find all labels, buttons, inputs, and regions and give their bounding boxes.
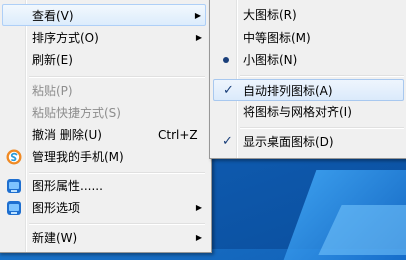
- menu-item-label: 查看(V): [32, 9, 74, 23]
- shortcut-label: Ctrl+Z: [158, 128, 198, 142]
- menu-item-label: 管理我的手机(M): [32, 150, 124, 164]
- graphics-driver-icon: [7, 201, 21, 215]
- menu-item-label: 新建(W): [32, 231, 78, 245]
- submenu-item-medium-icons[interactable]: 中等图标(M): [213, 27, 404, 49]
- menu-item-sort-by[interactable]: 排序方式(O) ▶: [2, 27, 206, 49]
- menu-item-label: 排序方式(O): [32, 31, 99, 45]
- desktop-context-menu: 查看(V) ▶ 排序方式(O) ▶ 刷新(E) 粘贴(P) 粘贴快捷方式(S) …: [0, 0, 212, 253]
- submenu-item-align-to-grid[interactable]: 将图标与网格对齐(I): [213, 101, 404, 123]
- submenu-arrow-icon: ▶: [195, 233, 202, 242]
- menu-item-undo-delete[interactable]: 撤消 删除(U) Ctrl+Z: [2, 124, 206, 146]
- menu-separator: [29, 172, 205, 174]
- submenu-item-show-desktop-icons[interactable]: ✓ 显示桌面图标(D): [213, 131, 404, 153]
- menu-item-graphics-properties[interactable]: 图形属性......: [2, 175, 206, 197]
- menu-item-label: 小图标(N): [243, 53, 298, 67]
- menu-item-label: 显示桌面图标(D): [243, 135, 334, 149]
- submenu-arrow-icon: ▶: [195, 203, 202, 212]
- menu-item-new[interactable]: 新建(W) ▶: [2, 227, 206, 249]
- submenu-item-large-icons[interactable]: 大图标(R): [213, 4, 404, 26]
- submenu-arrow-icon: ▶: [194, 11, 201, 20]
- view-submenu: 大图标(R) 中等图标(M) 小图标(N) ✓ 自动排列图标(A) 将图标与网格…: [209, 0, 406, 159]
- menu-item-label: 自动排列图标(A): [243, 84, 333, 98]
- checkmark-icon: ✓: [223, 83, 234, 98]
- menu-item-label: 中等图标(M): [243, 31, 311, 45]
- menu-item-refresh[interactable]: 刷新(E): [2, 49, 206, 71]
- menu-separator: [29, 223, 205, 225]
- menu-item-paste-shortcut[interactable]: 粘贴快捷方式(S): [2, 102, 206, 124]
- menu-item-graphics-options[interactable]: 图形选项 ▶: [2, 197, 206, 219]
- submenu-arrow-icon: ▶: [195, 33, 202, 42]
- menu-item-view[interactable]: 查看(V) ▶: [2, 4, 206, 26]
- menu-item-label: 刷新(E): [32, 53, 73, 67]
- menu-item-label: 粘贴(P): [32, 84, 73, 98]
- phone-manager-icon: [6, 149, 22, 165]
- menu-item-label: 图形选项: [32, 201, 81, 215]
- menu-item-label: 图形属性......: [32, 179, 103, 193]
- menu-item-label: 大图标(R): [243, 8, 297, 22]
- menu-separator: [240, 75, 404, 77]
- graphics-driver-icon: [7, 179, 21, 193]
- menu-item-label: 将图标与网格对齐(I): [243, 105, 352, 119]
- menu-separator: [29, 76, 205, 78]
- menu-item-label: 粘贴快捷方式(S): [32, 106, 121, 120]
- checkmark-icon: ✓: [222, 134, 233, 149]
- submenu-item-small-icons[interactable]: 小图标(N): [213, 49, 404, 71]
- menu-separator: [240, 127, 404, 129]
- radio-bullet-icon: [223, 57, 229, 63]
- menu-item-manage-phone[interactable]: 管理我的手机(M): [2, 146, 206, 168]
- submenu-item-auto-arrange[interactable]: ✓ 自动排列图标(A): [213, 79, 404, 101]
- menu-item-label: 撤消 删除(U): [32, 128, 102, 142]
- menu-item-paste[interactable]: 粘贴(P): [2, 80, 206, 102]
